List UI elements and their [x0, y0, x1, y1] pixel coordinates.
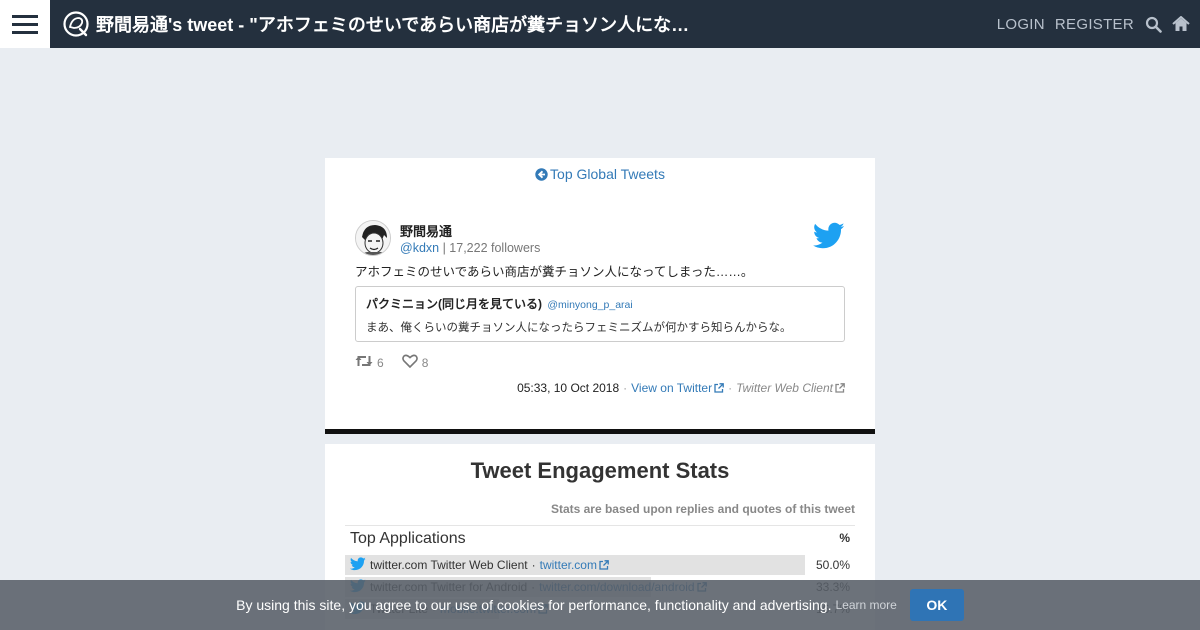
twitter-bird-icon	[349, 556, 366, 574]
tweet-meta: 05:33, 10 Oct 2018 · View on Twitter · Twitt…	[517, 381, 845, 396]
top-global-tweets-link-row: Top Global Tweets	[325, 166, 875, 184]
app-name: twitter.com Twitter Web Client	[370, 558, 528, 572]
arrow-circle-left-icon	[535, 168, 548, 184]
top-navbar: 野間易通's tweet - "アホフェミのせいであらい商店が糞チョソン人にな……	[0, 0, 1200, 48]
app-label: twitter.com Twitter Web Client · twitter.c…	[345, 556, 609, 574]
author-name[interactable]: 野間易通	[400, 221, 540, 240]
retweet-count-value: 6	[377, 355, 384, 370]
tweet-author: 野間易通 @kdxn | 17,222 followers	[355, 220, 540, 256]
like-count-value: 8	[421, 355, 429, 370]
cookie-ok-button[interactable]: OK	[909, 589, 964, 621]
follower-count: | 17,222 followers	[442, 241, 541, 255]
apps-table-header: Top Applications %	[345, 526, 855, 554]
tweet-actions: 6 8	[355, 354, 428, 371]
top-nav-links: LOGIN REGISTER	[997, 15, 1200, 33]
quoted-author-name[interactable]: パクミニョン(同じ月を見ている)	[366, 297, 542, 311]
app-separator: ·	[531, 558, 536, 572]
retweet-icon	[355, 354, 373, 371]
home-icon[interactable]	[1172, 15, 1190, 33]
retweet-count[interactable]: 6	[355, 354, 384, 371]
like-count[interactable]: 8	[401, 354, 429, 371]
top-global-tweets-label: Top Global Tweets	[550, 166, 665, 182]
menu-icon[interactable]	[0, 0, 50, 48]
author-handle-link[interactable]: @kdxn	[400, 241, 439, 255]
author-meta: @kdxn | 17,222 followers	[400, 241, 540, 255]
app-pct: 50.0%	[815, 558, 850, 572]
quoted-tweet-text: まあ、俺くらいの糞チョソン人になったらフェミニズムが何かすら知らんからな。	[366, 322, 792, 334]
view-on-twitter-label: View on Twitter	[631, 381, 713, 395]
tweet-card: Top Global Tweets 野間易通 @kdxn | 17,222 fo…	[325, 158, 875, 430]
cookie-banner: By using this site, you agree to our use…	[0, 580, 1200, 630]
external-link-icon	[835, 382, 845, 396]
cookie-learn-more-link[interactable]: Learn more	[835, 598, 896, 612]
twitter-bird-icon[interactable]	[812, 222, 845, 250]
search-icon[interactable]	[1144, 15, 1162, 33]
app-link-label: twitter.com	[539, 557, 597, 572]
apps-header-pct: %	[839, 531, 850, 545]
stats-note: Stats are based upon replies and quotes …	[550, 502, 855, 516]
page-title: 野間易通's tweet - "アホフェミのせいであらい商店が糞チョソン人にな…	[96, 15, 690, 35]
app-link[interactable]: twitter.com	[540, 558, 609, 573]
client-label: Twitter Web Client	[736, 381, 833, 395]
apps-header-label: Top Applications	[350, 530, 466, 547]
top-global-tweets-link[interactable]: Top Global Tweets	[535, 166, 665, 182]
register-link[interactable]: REGISTER	[1055, 16, 1134, 33]
client-link[interactable]: Twitter Web Client	[736, 381, 845, 395]
login-link[interactable]: LOGIN	[997, 16, 1045, 33]
heart-icon	[401, 354, 418, 371]
quoted-author-handle[interactable]: @minyong_p_arai	[547, 299, 632, 311]
external-link-icon	[599, 559, 609, 573]
view-on-twitter-link[interactable]: View on Twitter	[631, 381, 724, 395]
meta-separator: ·	[623, 381, 628, 395]
tweet-timestamp: 05:33, 10 Oct 2018	[517, 381, 620, 395]
author-info: 野間易通 @kdxn | 17,222 followers	[400, 221, 540, 255]
avatar[interactable]	[355, 220, 391, 256]
external-link-icon	[714, 382, 724, 396]
quoted-tweet[interactable]: パクミニョン(同じ月を見ている) @minyong_p_arai まあ、俺くらい…	[355, 286, 845, 342]
section-divider	[325, 429, 875, 434]
tweet-text: アホフェミのせいであらい商店が糞チョソン人になってしまった……。	[355, 265, 754, 279]
quoted-tweet-header: パクミニョン(同じ月を見ている) @minyong_p_arai	[366, 295, 834, 312]
site-logo-icon[interactable]	[62, 10, 90, 38]
stats-title: Tweet Engagement Stats	[470, 458, 730, 483]
cookie-text: By using this site, you agree to our use…	[236, 597, 832, 613]
app-row: twitter.com Twitter Web Client · twitter.c…	[345, 554, 855, 576]
meta-separator: ·	[728, 381, 733, 395]
